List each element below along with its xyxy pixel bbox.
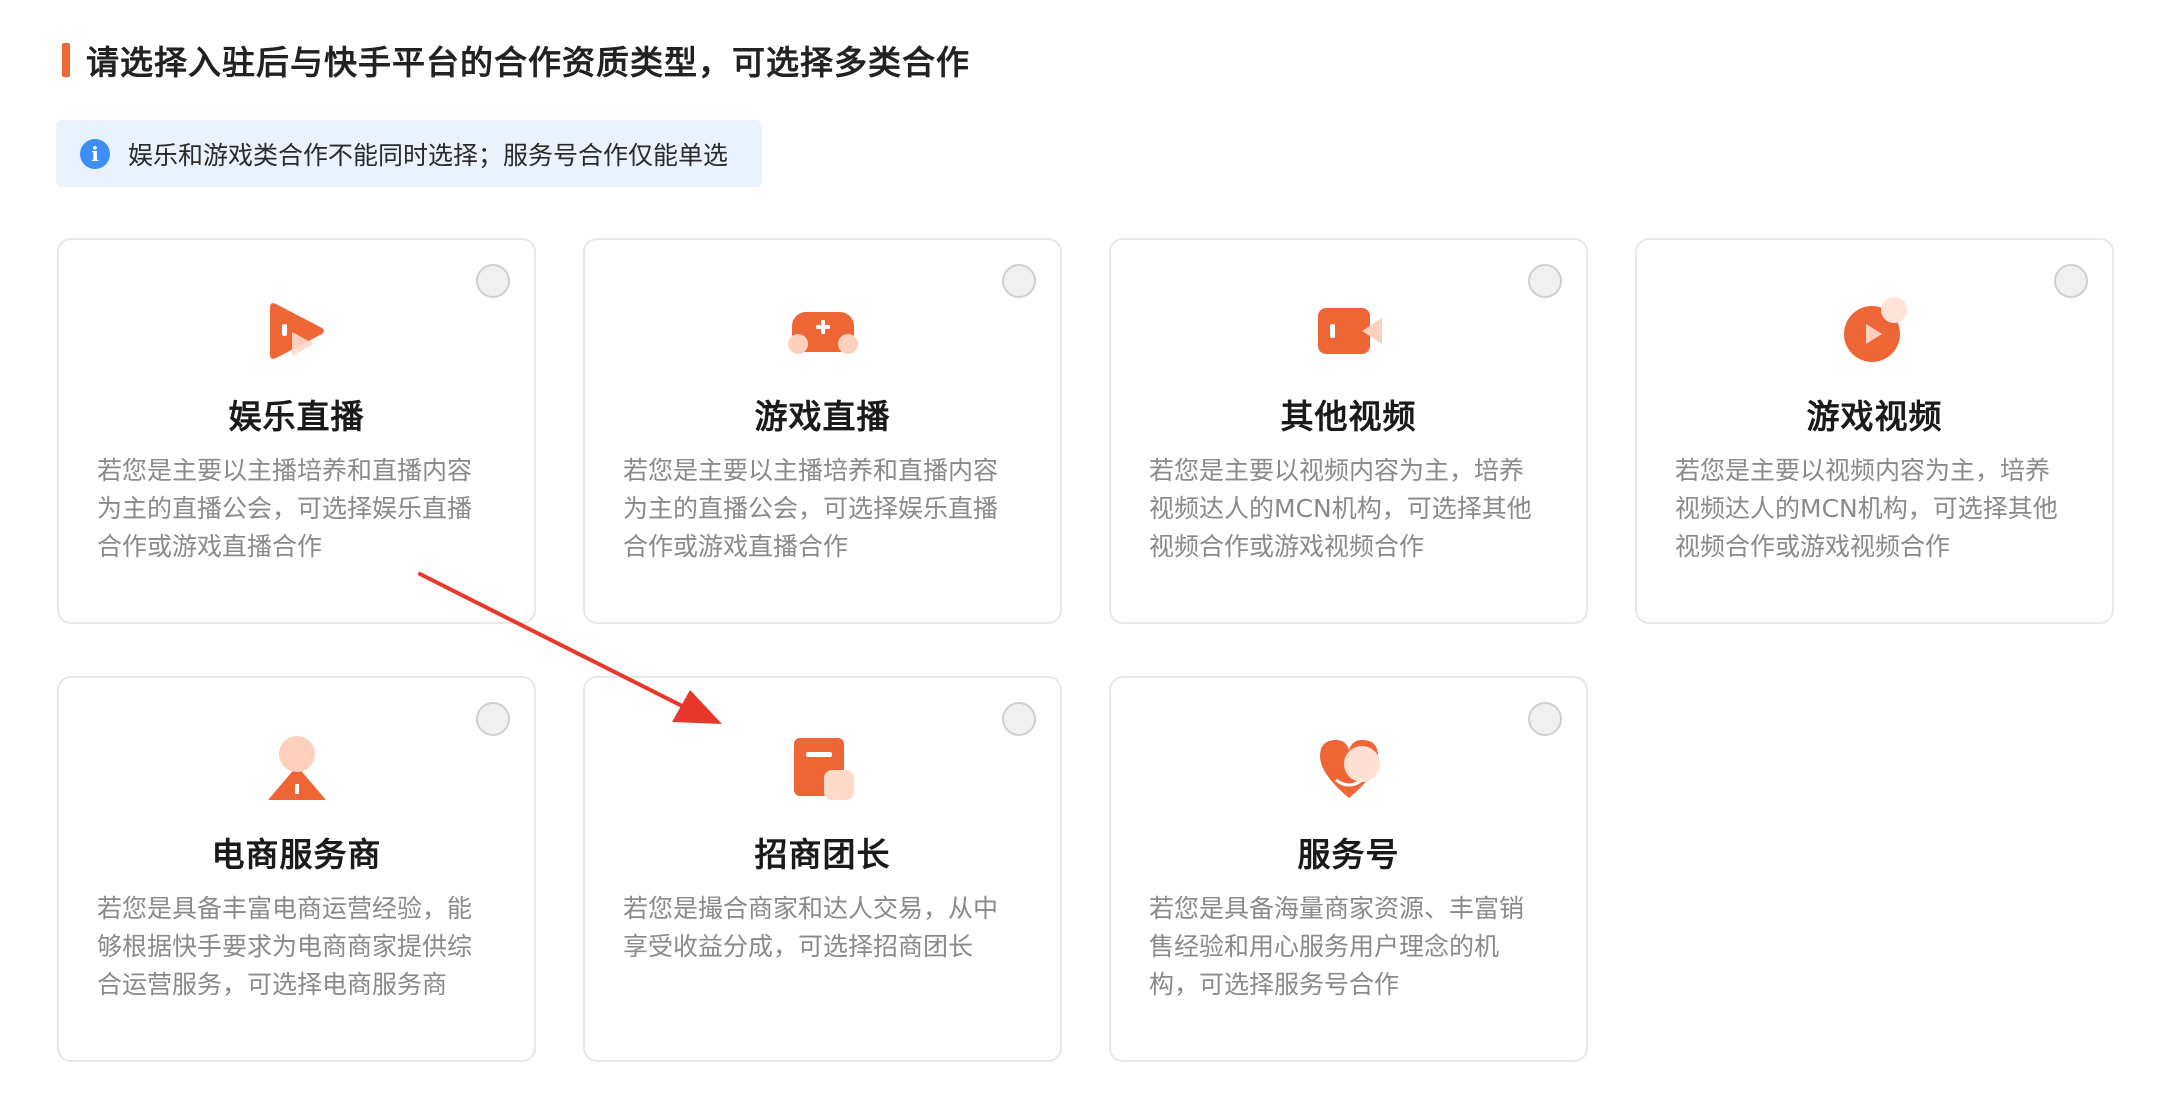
card-desc: 若您是主要以视频内容为主，培养视频达人的MCN机构，可选择其他视频合作或游戏视频…	[1149, 456, 1532, 561]
card-radio[interactable]	[1002, 702, 1036, 736]
card-radio[interactable]	[2054, 264, 2088, 298]
card-title: 游戏直播	[754, 397, 891, 436]
card-title: 服务号	[1297, 835, 1400, 874]
card-radio[interactable]	[476, 264, 510, 298]
card-desc: 若您是主要以主播培养和直播内容为主的直播公会，可选择娱乐直播合作或游戏直播合作	[623, 456, 999, 561]
qualification-type-page: 请选择入驻后与快手平台的合作资质类型，可选择多类合作 i 娱乐和游戏类合作不能同…	[0, 0, 2158, 1116]
section-header: 请选择入驻后与快手平台的合作资质类型，可选择多类合作	[62, 38, 970, 82]
card-desc: 若您是具备海量商家资源、丰富销售经验和用心服务用户理念的机构，可选择服务号合作	[1149, 894, 1525, 999]
card-desc: 若您是撮合商家和达人交易，从中享受收益分成，可选择招商团长	[623, 894, 999, 961]
card-entertainment-live[interactable]: 娱乐直播 若您是主要以主播培养和直播内容为主的直播公会，可选择娱乐直播合作或游戏…	[57, 238, 536, 624]
card-radio[interactable]	[1528, 264, 1562, 298]
notice-banner: i 娱乐和游戏类合作不能同时选择；服务号合作仅能单选	[56, 120, 762, 187]
person-icon	[267, 736, 326, 800]
card-desc: 若您是主要以视频内容为主，培养视频达人的MCN机构，可选择其他视频合作或游戏视频…	[1675, 456, 2058, 561]
gamepad-icon	[787, 312, 858, 354]
card-ecommerce-service[interactable]: 电商服务商 若您是具备丰富电商运营经验，能够根据快手要求为电商商家提供综合运营服…	[57, 676, 536, 1062]
video-play-circle-icon	[1843, 297, 1907, 362]
card-title: 其他视频	[1280, 397, 1417, 436]
page-title: 请选择入驻后与快手平台的合作资质类型，可选择多类合作	[86, 43, 970, 82]
card-title: 电商服务商	[211, 835, 382, 874]
card-title: 娱乐直播	[228, 397, 365, 436]
card-radio[interactable]	[1528, 702, 1562, 736]
heart-icon	[1319, 740, 1380, 798]
notice-text: 娱乐和游戏类合作不能同时选择；服务号合作仅能单选	[128, 140, 729, 170]
title-accent-bar	[62, 43, 70, 77]
video-camera-icon	[1317, 308, 1382, 354]
card-radio[interactable]	[476, 702, 510, 736]
info-icon: i	[80, 138, 110, 169]
card-merchant-leader[interactable]: 招商团长 若您是撮合商家和达人交易，从中享受收益分成，可选择招商团长	[583, 676, 1062, 1062]
card-title: 游戏视频	[1806, 397, 1943, 436]
card-title: 招商团长	[754, 835, 891, 874]
play-icon	[269, 303, 324, 359]
card-desc: 若您是具备丰富电商运营经验，能够根据快手要求为电商商家提供综合运营服务，可选择电…	[97, 894, 473, 999]
card-game-live[interactable]: 游戏直播 若您是主要以主播培养和直播内容为主的直播公会，可选择娱乐直播合作或游戏…	[583, 238, 1062, 624]
card-other-video[interactable]: 其他视频 若您是主要以视频内容为主，培养视频达人的MCN机构，可选择其他视频合作…	[1109, 238, 1588, 624]
card-radio[interactable]	[1002, 264, 1036, 298]
card-desc: 若您是主要以主播培养和直播内容为主的直播公会，可选择娱乐直播合作或游戏直播合作	[97, 456, 473, 561]
card-game-video[interactable]: 游戏视频 若您是主要以视频内容为主，培养视频达人的MCN机构，可选择其他视频合作…	[1635, 238, 2114, 624]
card-service-account[interactable]: 服务号 若您是具备海量商家资源、丰富销售经验和用心服务用户理念的机构，可选择服务…	[1109, 676, 1588, 1062]
document-icon	[793, 738, 854, 800]
